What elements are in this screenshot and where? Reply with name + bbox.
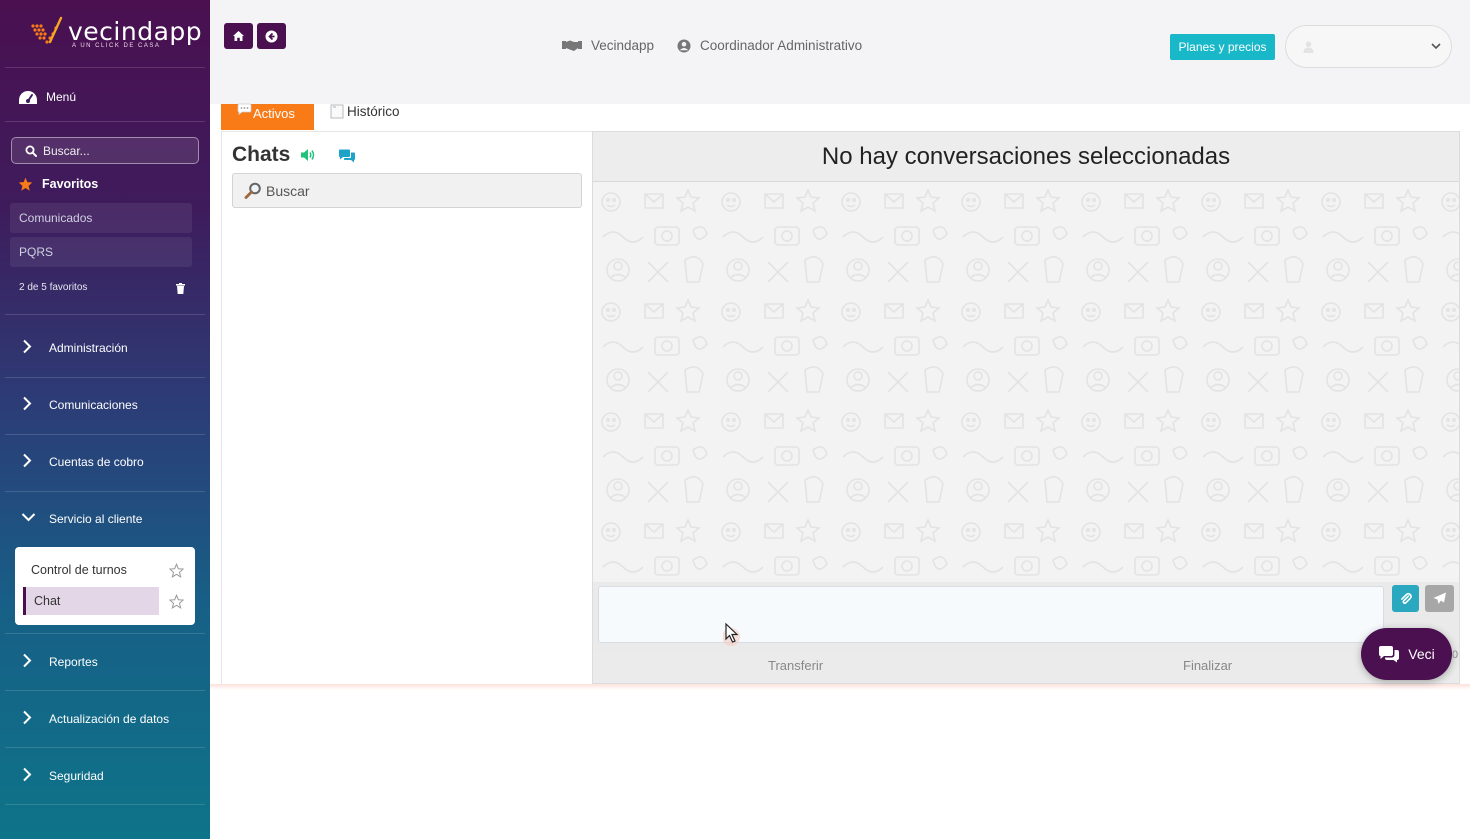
back-arrow-icon — [265, 30, 278, 42]
trash-icon[interactable] — [176, 283, 185, 294]
menu-header[interactable]: Menú — [18, 87, 76, 107]
nav-item-seguridad[interactable]: Seguridad — [0, 747, 210, 804]
nav-label: Seguridad — [49, 768, 104, 783]
brand-logo[interactable]: vecindapp A UN CLICK DE CASA — [30, 14, 202, 54]
chevron-right-icon — [23, 396, 32, 411]
nav-item-servicio-al-cliente[interactable]: Servicio al cliente — [0, 490, 210, 547]
conversation-footer: Transferir Finalizar — [593, 650, 1459, 683]
brand-tagline: A UN CLICK DE CASA — [72, 43, 161, 49]
submenu-servicio-al-cliente: Control de turnos Chat — [15, 547, 195, 625]
divider — [5, 67, 205, 68]
search-icon — [25, 145, 37, 157]
sidebar-search-placeholder: Buscar... — [43, 143, 90, 158]
tab-historico-label: Histórico — [347, 104, 400, 119]
user-role: Coordinador Administrativo — [700, 38, 863, 53]
sidebar: vecindapp A UN CLICK DE CASA Menú Buscar… — [0, 0, 210, 839]
tab-activos[interactable]: Activos — [221, 103, 314, 130]
search-icon — [244, 182, 261, 199]
chevron-down-icon — [21, 513, 36, 522]
org-info: Vecindapp — [562, 38, 654, 53]
nav-label: Administración — [49, 340, 128, 355]
comments-icon — [1379, 646, 1400, 663]
favorites-count: 2 de 5 favoritos — [19, 282, 88, 293]
favorites-title: Favoritos — [42, 177, 99, 191]
sidebar-search-input[interactable]: Buscar... — [11, 137, 199, 164]
chat-list-panel: Chats Buscar — [221, 131, 592, 684]
chat-search-placeholder: Buscar — [266, 182, 310, 199]
favorite-item-comunicados[interactable]: Comunicados — [10, 203, 192, 233]
tab-activos-label: Activos — [253, 106, 295, 121]
top-bar: Vecindapp Coordinador Administrativo Pla… — [210, 0, 1470, 104]
nav-item-administracion[interactable]: Administración — [0, 319, 210, 376]
nav-label: Reportes — [49, 654, 98, 669]
chevron-right-icon — [23, 767, 32, 782]
home-icon — [233, 31, 244, 41]
conversation-header: No hay conversaciones seleccionadas — [593, 132, 1459, 182]
conversation-panel: No hay conversaciones seleccionadas Tran… — [592, 131, 1460, 684]
chat-search-input[interactable]: Buscar — [232, 173, 582, 208]
message-input[interactable] — [598, 586, 1384, 643]
submenu-item-control-de-turnos[interactable]: Control de turnos — [23, 556, 159, 584]
chevron-right-icon — [23, 653, 32, 668]
star-icon — [18, 177, 33, 191]
nav-label: Comunicaciones — [49, 397, 138, 412]
chat-bubble-icon — [237, 103, 252, 115]
volume-icon[interactable] — [300, 148, 316, 162]
history-icon — [330, 104, 344, 119]
favorites-header: Favoritos — [18, 177, 98, 191]
dashboard-icon — [19, 90, 37, 104]
user-circle-icon — [677, 39, 691, 52]
home-button[interactable] — [224, 23, 253, 49]
veci-edge-text: 0 — [1452, 649, 1459, 661]
handshake-icon — [562, 40, 582, 51]
divider — [5, 804, 205, 805]
mouse-cursor-icon — [723, 622, 740, 646]
menu-label: Menú — [46, 90, 77, 104]
conversation-messages-area — [593, 182, 1459, 582]
submenu-item-chat[interactable]: Chat — [23, 587, 159, 615]
attach-button[interactable] — [1392, 585, 1419, 612]
page-bottom-edge — [210, 684, 1470, 690]
transfer-button[interactable]: Transferir — [768, 658, 823, 673]
nav-item-reportes[interactable]: Reportes — [0, 633, 210, 690]
nav-label: Actualización de datos — [49, 711, 170, 726]
chevron-down-icon — [1431, 43, 1441, 50]
star-icon[interactable] — [169, 594, 184, 609]
org-name: Vecindapp — [591, 38, 655, 53]
logo-mark-icon — [31, 16, 63, 44]
nav-label: Servicio al cliente — [49, 511, 143, 526]
divider — [5, 314, 205, 315]
brand-wordmark: vecindapp — [68, 17, 203, 46]
star-icon[interactable] — [169, 563, 184, 578]
nav-item-cuentas-de-cobro[interactable]: Cuentas de cobro — [0, 433, 210, 490]
divider — [5, 121, 205, 122]
doodle-background — [593, 182, 1459, 582]
finish-button[interactable]: Finalizar — [1183, 658, 1232, 673]
send-button[interactable] — [1425, 585, 1454, 612]
user-icon — [1303, 41, 1314, 53]
chats-title: Chats — [232, 143, 291, 166]
nav-item-comunicaciones[interactable]: Comunicaciones — [0, 376, 210, 433]
chevron-right-icon — [23, 339, 32, 354]
back-button[interactable] — [257, 23, 286, 49]
veci-label: Veci — [1408, 646, 1435, 662]
chevron-right-icon — [23, 710, 32, 725]
role-info: Coordinador Administrativo — [677, 38, 862, 53]
plans-and-pricing-button[interactable]: Planes y precios — [1170, 34, 1275, 60]
send-icon — [1433, 592, 1446, 604]
chevron-right-icon — [23, 453, 32, 468]
paperclip-icon — [1400, 592, 1412, 604]
tab-historico[interactable]: Histórico — [330, 104, 400, 119]
favorite-item-pqrs[interactable]: PQRS — [10, 237, 192, 267]
comments-icon[interactable] — [338, 149, 356, 163]
nav-label: Cuentas de cobro — [49, 454, 144, 469]
veci-chat-button[interactable]: Veci — [1361, 628, 1452, 680]
user-select[interactable] — [1285, 25, 1452, 68]
nav-item-actualizacion-de-datos[interactable]: Actualización de datos — [0, 690, 210, 747]
